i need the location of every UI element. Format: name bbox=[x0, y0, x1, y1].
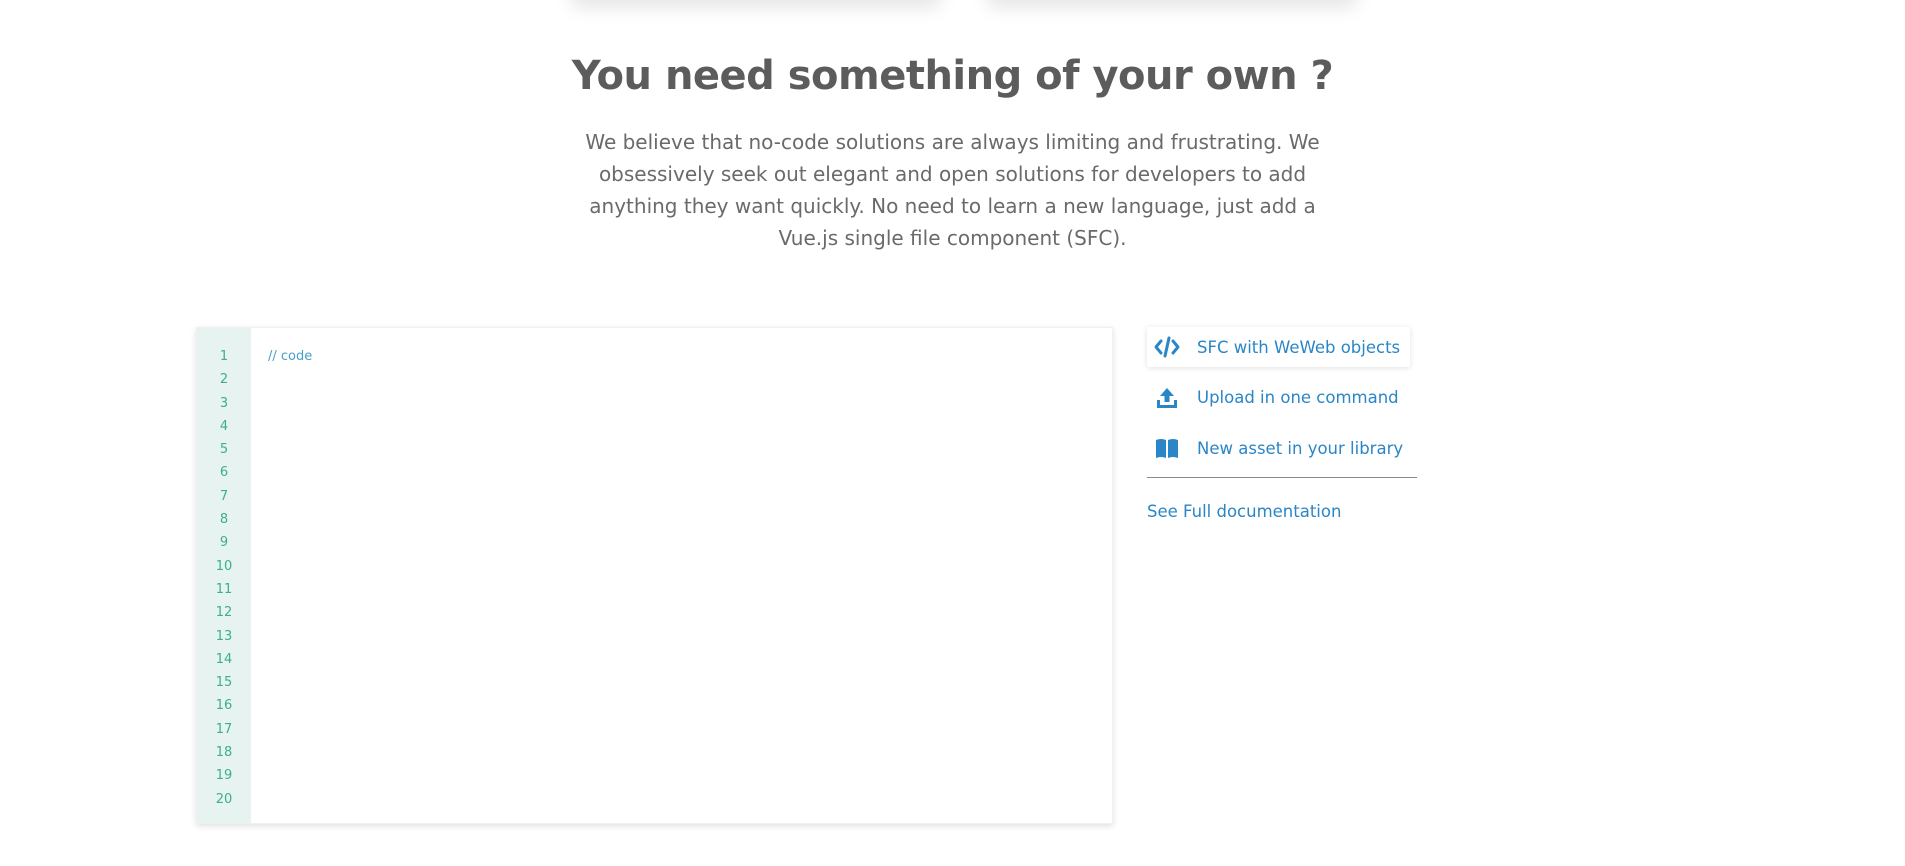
code-area[interactable]: // code bbox=[251, 328, 1112, 823]
line-number: 7 bbox=[219, 488, 229, 504]
line-number-gutter: 1 2 3 4 5 6 7 8 9 10 11 12 13 14 15 16 17 18 19 20 bbox=[197, 328, 251, 823]
feature-label: New asset in your library bbox=[1197, 438, 1404, 458]
line-number: 4 bbox=[219, 418, 229, 434]
documentation-link[interactable]: See Full documentation bbox=[1147, 502, 1341, 521]
book-icon bbox=[1153, 435, 1181, 461]
feature-list: SFC with WeWeb objects Upload in one com… bbox=[1147, 327, 1417, 479]
line-number: 18 bbox=[215, 745, 233, 761]
upload-icon bbox=[1153, 385, 1181, 411]
line-number: 11 bbox=[215, 581, 233, 597]
line-number: 12 bbox=[215, 605, 233, 621]
divider bbox=[1147, 477, 1417, 478]
line-number: 15 bbox=[215, 675, 233, 691]
code-line: // code bbox=[268, 349, 313, 364]
line-number: 17 bbox=[215, 721, 233, 737]
line-number: 8 bbox=[219, 512, 229, 528]
line-number: 10 bbox=[215, 558, 233, 574]
line-number: 14 bbox=[215, 651, 233, 667]
line-number: 13 bbox=[215, 628, 233, 644]
code-icon bbox=[1153, 334, 1181, 360]
line-number: 9 bbox=[219, 535, 229, 551]
feature-item-library[interactable]: New asset in your library bbox=[1147, 428, 1413, 468]
line-number: 20 bbox=[215, 791, 233, 807]
section-title: You need something of your own ? bbox=[571, 53, 1334, 99]
line-number: 3 bbox=[219, 395, 229, 411]
section-description: We believe that no-code solutions are al… bbox=[585, 130, 1320, 250]
feature-item-upload[interactable]: Upload in one command bbox=[1147, 378, 1409, 418]
feature-item-sfc[interactable]: SFC with WeWeb objects bbox=[1147, 327, 1411, 367]
line-number: 19 bbox=[215, 768, 233, 784]
code-editor[interactable]: 1 2 3 4 5 6 7 8 9 10 11 12 13 14 15 16 17 18 19 20 // code bbox=[196, 327, 1113, 824]
line-number: 16 bbox=[215, 698, 233, 714]
line-number: 5 bbox=[219, 442, 229, 458]
feature-label: Upload in one command bbox=[1197, 388, 1399, 407]
line-number: 6 bbox=[219, 465, 229, 481]
feature-label: SFC with WeWeb objects bbox=[1197, 337, 1401, 357]
line-number: 2 bbox=[219, 372, 229, 388]
line-number: 1 bbox=[219, 349, 229, 364]
